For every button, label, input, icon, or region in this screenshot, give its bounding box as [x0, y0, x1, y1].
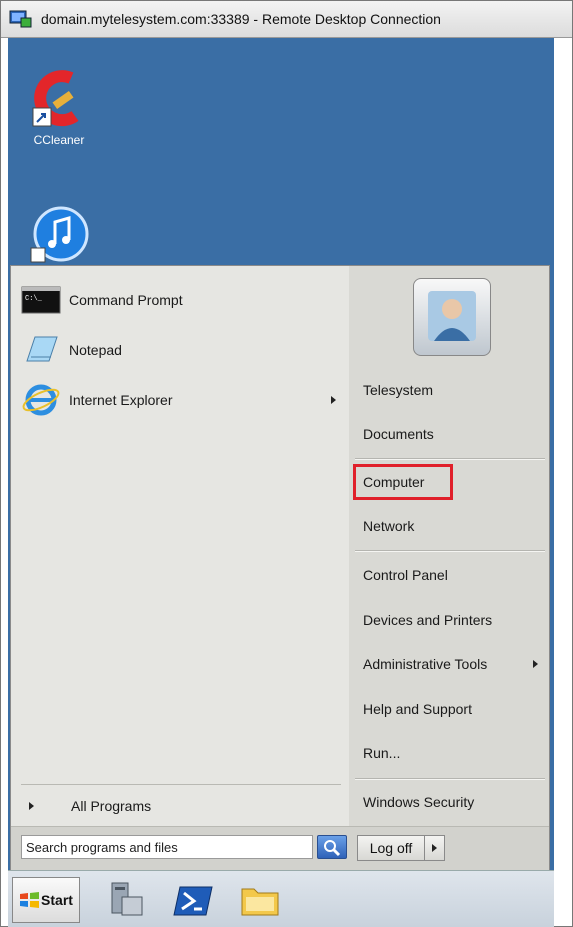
- itunes-icon: [30, 206, 89, 263]
- program-label: Notepad: [69, 342, 122, 358]
- search-input[interactable]: Search programs and files: [21, 835, 313, 859]
- ccleaner-icon: [32, 70, 79, 127]
- start-menu-places-pane: Telesystem Documents Computer Network Co…: [349, 266, 549, 826]
- menu-control-panel[interactable]: Control Panel: [363, 561, 543, 589]
- powershell-icon[interactable]: [172, 879, 216, 921]
- user-avatar-icon: [428, 291, 476, 341]
- all-programs[interactable]: All Programs: [21, 786, 341, 826]
- menu-windows-security[interactable]: Windows Security: [363, 788, 543, 816]
- start-button[interactable]: Start: [12, 877, 80, 923]
- program-notepad[interactable]: Notepad: [21, 330, 341, 370]
- menu-network[interactable]: Network: [363, 512, 543, 540]
- desktop-icon-label: CCleaner: [33, 133, 85, 147]
- logoff-button[interactable]: Log off: [357, 835, 425, 861]
- taskbar: Start: [8, 870, 554, 927]
- command-prompt-icon: C:\_: [21, 283, 61, 317]
- internet-explorer-icon: [21, 383, 61, 417]
- svg-text:C:\_: C:\_: [25, 295, 43, 303]
- program-label: Command Prompt: [69, 292, 183, 308]
- program-label: Internet Explorer: [69, 392, 173, 408]
- search-button[interactable]: [317, 835, 347, 859]
- title-bar: domain.mytelesystem.com:33389 - Remote D…: [1, 1, 572, 38]
- menu-help-support[interactable]: Help and Support: [363, 695, 543, 723]
- menu-telesystem[interactable]: Telesystem: [363, 376, 543, 404]
- start-menu: C:\_ Command Prompt Notepad Internet Exp…: [10, 265, 550, 870]
- notepad-icon: [21, 333, 61, 367]
- desktop-icon-itunes[interactable]: [24, 204, 94, 267]
- all-programs-arrow-icon: [29, 802, 34, 810]
- explorer-folder-icon[interactable]: [238, 879, 282, 921]
- menu-documents[interactable]: Documents: [363, 420, 543, 448]
- divider: [355, 458, 545, 460]
- logoff-options-button[interactable]: [425, 835, 445, 861]
- computer-highlight-box: [353, 464, 453, 500]
- menu-devices-printers[interactable]: Devices and Printers: [363, 606, 543, 634]
- menu-administrative-tools[interactable]: Administrative Tools: [363, 650, 543, 678]
- options-arrow-icon: [432, 844, 437, 852]
- desktop-icon-ccleaner[interactable]: CCleaner: [24, 68, 94, 147]
- all-programs-label: All Programs: [71, 798, 152, 814]
- menu-run[interactable]: Run...: [363, 739, 543, 767]
- program-command-prompt[interactable]: C:\_ Command Prompt: [21, 280, 341, 320]
- start-label: Start: [41, 892, 73, 908]
- divider: [21, 784, 341, 785]
- program-internet-explorer[interactable]: Internet Explorer: [21, 380, 341, 420]
- user-picture[interactable]: [413, 278, 491, 356]
- search-row: Search programs and files Log off: [11, 826, 549, 870]
- remote-desktop-icon: [9, 9, 33, 29]
- search-icon: [324, 840, 341, 857]
- divider: [355, 778, 545, 780]
- server-manager-icon[interactable]: [104, 879, 148, 921]
- submenu-arrow-icon: [331, 396, 336, 404]
- windows-logo-icon: [20, 892, 40, 908]
- submenu-arrow-icon: [533, 660, 538, 668]
- start-menu-programs-pane: C:\_ Command Prompt Notepad Internet Exp…: [11, 266, 350, 826]
- divider: [355, 550, 545, 552]
- window-title: domain.mytelesystem.com:33389 - Remote D…: [41, 11, 441, 27]
